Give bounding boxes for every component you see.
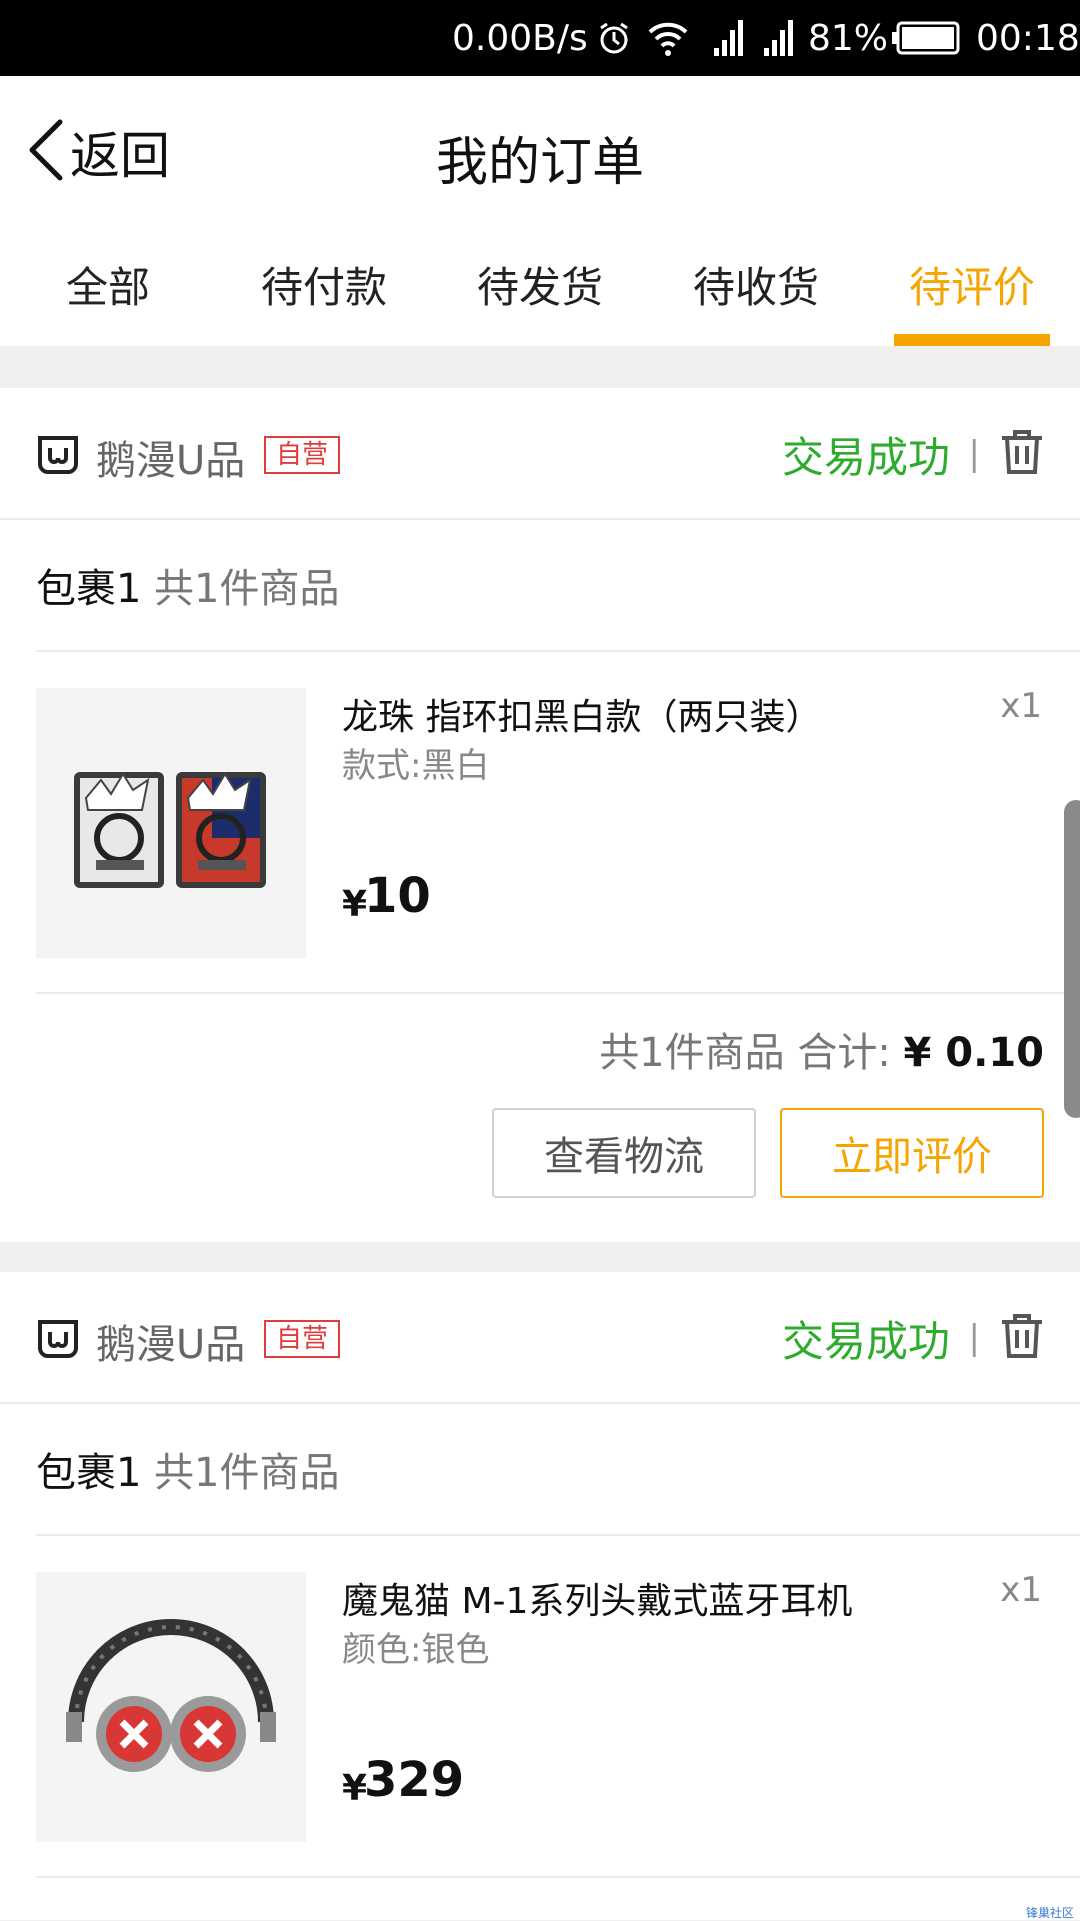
total-label: 共1件商品 合计: (599, 1030, 891, 1076)
shop-name[interactable]: 鹅漫U品 (96, 428, 245, 486)
tab-pending-review[interactable]: 待评价 (864, 254, 1080, 315)
network-speed: 0.00B/s (452, 18, 588, 59)
self-operated-badge: 自营 (264, 436, 341, 474)
tab-all[interactable]: 全部 (0, 254, 216, 315)
order-item[interactable]: 魔鬼猫 M-1系列头戴式蓝牙耳机 颜色:银色 x1 ¥ 329 (0, 1536, 1080, 1878)
trash-icon[interactable] (1000, 1312, 1044, 1364)
tab-pending-payment[interactable]: 待付款 (216, 254, 432, 315)
order-card: 鹅漫U品 自营 交易成功 | 包裹1 共1件商品 龙珠 指环扣黑白款（两只装） … (0, 388, 1080, 1242)
signal-icon (762, 18, 796, 67)
order-status: 交易成功 (781, 1317, 950, 1366)
shop-name[interactable]: 鹅漫U品 (96, 1312, 245, 1370)
signal-icon (712, 18, 746, 67)
total-amount: ¥ 0.10 (903, 1030, 1044, 1076)
shop-logo-icon[interactable] (36, 432, 80, 480)
order-total: 共1件商品 合计: ¥ 0.10 (599, 1020, 1044, 1078)
trash-icon[interactable] (1000, 428, 1044, 480)
package-count: 共1件商品 (154, 566, 340, 612)
alarm-icon (596, 20, 632, 65)
view-logistics-button[interactable]: 查看物流 (492, 1108, 756, 1198)
status-divider: | (968, 1318, 980, 1358)
shop-row: 鹅漫U品 自营 交易成功 | (0, 388, 1080, 520)
wifi-icon (646, 18, 690, 67)
product-spec: 颜色:银色 (342, 1630, 490, 1670)
active-tab-indicator (894, 334, 1050, 346)
self-operated-badge: 自营 (264, 1320, 341, 1358)
battery-icon (892, 21, 962, 64)
product-quantity: x1 (1000, 1570, 1042, 1610)
product-quantity: x1 (1000, 686, 1042, 726)
scrollbar[interactable] (1064, 800, 1080, 1118)
product-name[interactable]: 魔鬼猫 M-1系列头戴式蓝牙耳机 (342, 1572, 852, 1624)
order-status: 交易成功 (781, 433, 950, 482)
package-count: 共1件商品 (154, 1450, 340, 1496)
review-now-button[interactable]: 立即评价 (780, 1108, 1044, 1198)
order-tabs: 全部 待付款 待发货 待收货 待评价 (0, 226, 1080, 346)
watermark: 锋巢社区 (1026, 1906, 1075, 1920)
battery-percent: 81% (808, 18, 889, 59)
order-card: 鹅漫U品 自营 交易成功 | 包裹1 共1件商品 魔鬼猫 M-1系列头戴式蓝牙耳… (0, 1272, 1080, 1920)
clock: 00:18 (976, 18, 1080, 59)
tab-pending-receipt[interactable]: 待收货 (648, 254, 864, 315)
package-row: 包裹1 共1件商品 (0, 520, 1080, 652)
product-name[interactable]: 龙珠 指环扣黑白款（两只装） (342, 688, 821, 740)
product-image[interactable] (36, 1572, 306, 1842)
shop-row: 鹅漫U品 自营 交易成功 | (0, 1272, 1080, 1404)
product-image[interactable] (36, 688, 306, 958)
product-spec: 款式:黑白 (342, 746, 490, 786)
status-divider: | (968, 434, 980, 474)
product-price: 10 (364, 868, 431, 924)
order-item[interactable]: 龙珠 指环扣黑白款（两只装） 款式:黑白 x1 ¥ 10 (0, 652, 1080, 994)
package-title: 包裹1 (36, 566, 142, 612)
separator (36, 992, 1080, 994)
separator (36, 1876, 1080, 1878)
app-header: 返回 我的订单 (0, 76, 1080, 226)
tab-pending-shipment[interactable]: 待发货 (432, 254, 648, 315)
product-price: 329 (364, 1752, 465, 1808)
shop-logo-icon[interactable] (36, 1316, 80, 1364)
status-bar: 0.00B/s 81% 00:18 (0, 0, 1080, 76)
page-title: 我的订单 (435, 133, 644, 193)
package-title: 包裹1 (36, 1450, 142, 1496)
package-row: 包裹1 共1件商品 (0, 1404, 1080, 1536)
